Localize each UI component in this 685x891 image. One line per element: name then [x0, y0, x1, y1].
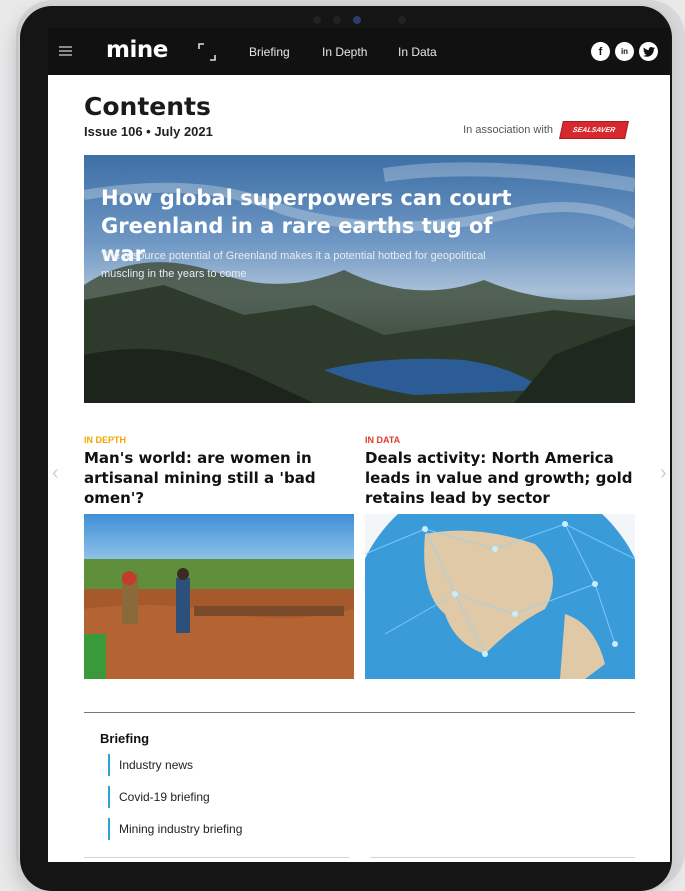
- camera-lens: [353, 16, 361, 24]
- briefing-link-covid-19[interactable]: Covid-19 briefing: [108, 786, 210, 808]
- briefing-heading: Briefing: [100, 731, 150, 746]
- nav-link-briefing[interactable]: Briefing: [249, 45, 290, 59]
- section-divider: [370, 857, 635, 858]
- top-navigation: mine Briefing In Depth In Data f in: [48, 28, 670, 75]
- globe-network-image: [365, 514, 635, 679]
- section-divider: [84, 857, 349, 858]
- next-arrow-icon[interactable]: ›: [660, 462, 668, 484]
- facebook-icon[interactable]: f: [591, 42, 610, 61]
- section-divider: [84, 712, 635, 713]
- article-headline[interactable]: Man's world: are women in artisanal mini…: [84, 448, 354, 508]
- article-thumbnail[interactable]: [365, 514, 635, 679]
- sensor-dot: [333, 16, 341, 24]
- nav-link-in-depth[interactable]: In Depth: [322, 45, 367, 59]
- article-card-in-depth[interactable]: IN DEPTH Man's world: are women in artis…: [84, 435, 354, 679]
- page-title: Contents: [84, 92, 211, 121]
- fullscreen-icon[interactable]: [198, 43, 216, 61]
- hero-summary: The resource potential of Greenland make…: [101, 250, 486, 280]
- briefing-link-industry-news[interactable]: Industry news: [108, 754, 193, 776]
- linkedin-icon[interactable]: in: [615, 42, 634, 61]
- nav-link-in-data[interactable]: In Data: [398, 45, 437, 59]
- site-logo[interactable]: mine: [106, 37, 168, 63]
- article-card-in-data[interactable]: IN DATA Deals activity: North America le…: [365, 435, 635, 679]
- mining-photo: [84, 514, 354, 679]
- article-headline[interactable]: Deals activity: North America leads in v…: [365, 448, 635, 508]
- association-label: In association with: [463, 124, 553, 136]
- twitter-icon[interactable]: [639, 42, 658, 61]
- issue-label: Issue 106 • July 2021: [84, 124, 213, 139]
- sponsor-logo[interactable]: SEALSAVER: [559, 121, 629, 139]
- category-label: IN DATA: [365, 435, 401, 445]
- briefing-link-mining-industry[interactable]: Mining industry briefing: [108, 818, 242, 840]
- hero-feature[interactable]: How global superpowers can court Greenla…: [84, 155, 635, 403]
- category-label: IN DEPTH: [84, 435, 127, 445]
- previous-arrow-icon[interactable]: ‹: [52, 462, 60, 484]
- hamburger-menu-icon[interactable]: [59, 46, 72, 56]
- sensor-dot: [313, 16, 321, 24]
- sensor-dot: [398, 16, 406, 24]
- article-thumbnail[interactable]: [84, 514, 354, 679]
